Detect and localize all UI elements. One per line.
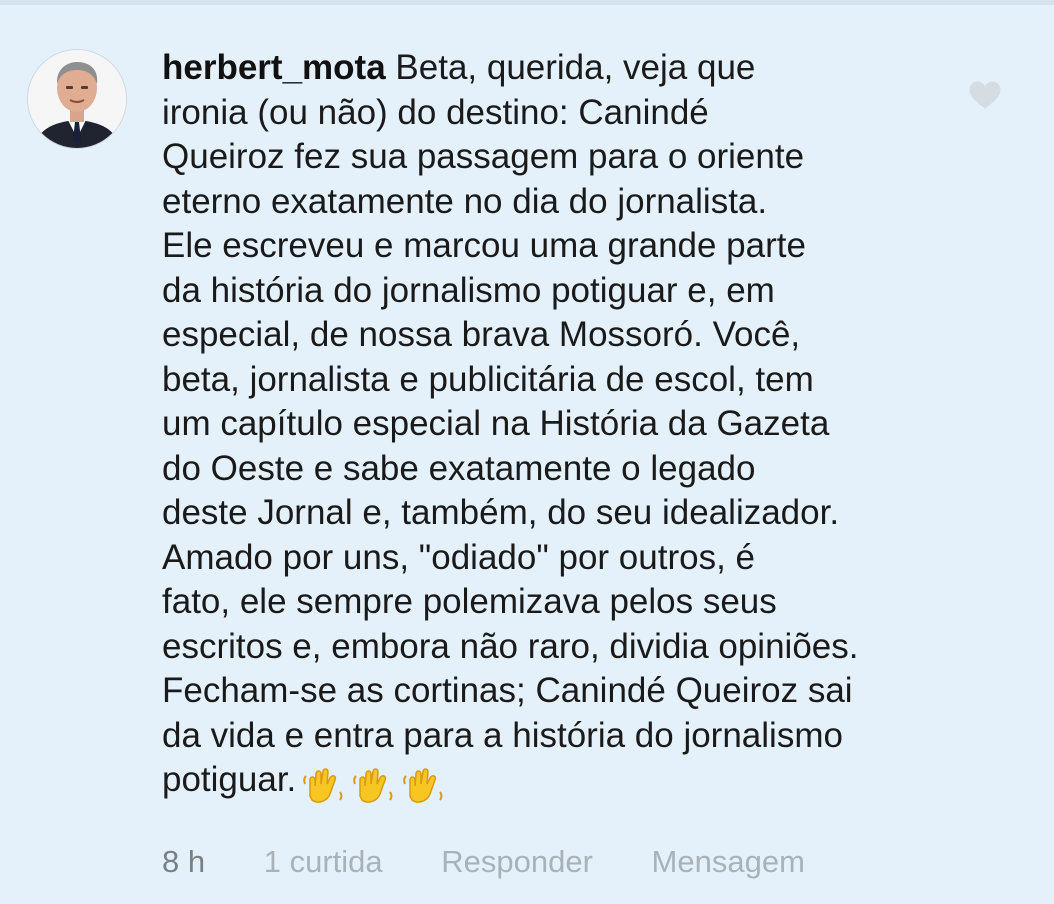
clapping-hands-emoji [403,768,443,803]
avatar-photo-icon [28,50,126,148]
message-button[interactable]: Mensagem [652,842,805,882]
clapping-hands-emoji [353,768,393,803]
heart-outline-icon[interactable] [968,80,1002,110]
comment-username[interactable]: herbert_mota [162,48,386,87]
comment-text: Beta, querida, veja que ironia (ou não) … [162,48,859,799]
comment-meta: 8 h 1 curtida Responder Mensagem [162,842,855,882]
likes-count-link[interactable]: 1 curtida [264,842,383,882]
emoji-group [302,762,452,807]
clapping-hands-emoji [303,768,343,803]
comment-time: 8 h [162,844,206,879]
comment: herbert_mota Beta, querida, veja que iro… [0,0,1054,904]
reply-button[interactable]: Responder [441,842,593,882]
comment-body: herbert_mota Beta, querida, veja que iro… [162,46,942,807]
avatar[interactable] [27,49,127,149]
